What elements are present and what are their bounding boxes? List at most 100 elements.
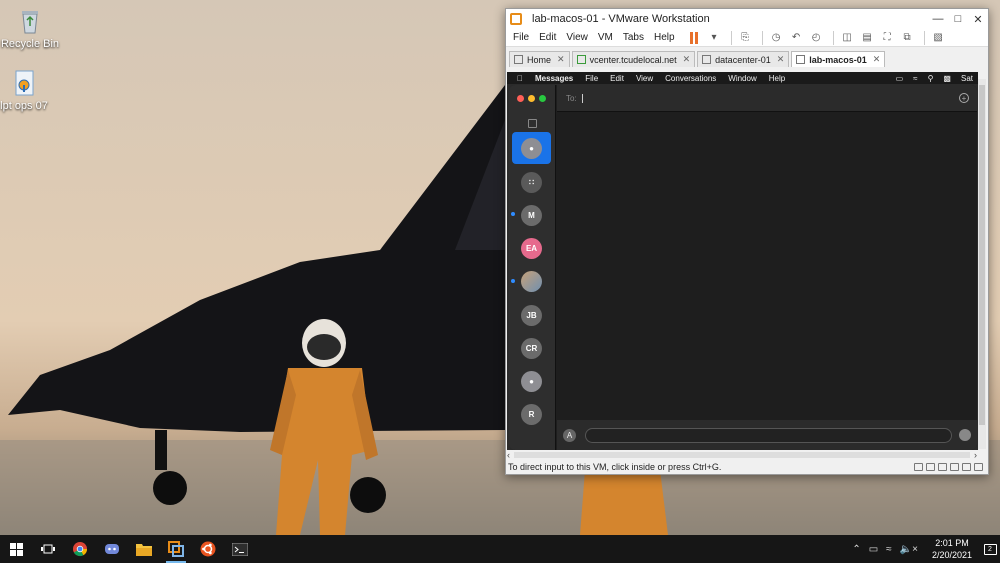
conversation-item[interactable]: R — [512, 398, 551, 430]
chrome-icon[interactable] — [64, 535, 96, 563]
sound-icon[interactable] — [962, 463, 971, 471]
minimize-icon[interactable]: — — [928, 13, 948, 25]
tab-vcenter[interactable]: vcenter.tcudelocal.net ✕ — [571, 51, 696, 67]
screen-mirroring-icon[interactable]: ▭ — [891, 74, 909, 83]
usb-icon[interactable] — [950, 463, 959, 471]
notifications-icon[interactable]: 2 — [980, 535, 1000, 563]
discord-icon[interactable] — [96, 535, 128, 563]
emoji-icon[interactable] — [959, 429, 971, 441]
vmware-taskbar-icon[interactable] — [160, 535, 192, 563]
close-icon[interactable]: ✕ — [683, 54, 691, 65]
vmware-window: lab-macos-01 - VMware Workstation — □ ✕ … — [505, 8, 989, 475]
desktop-icon-recycle-bin[interactable]: Recycle Bin — [0, 6, 60, 50]
to-label: To: — [566, 93, 577, 103]
vm-tabs: Home ✕ vcenter.tcudelocal.net ✕ datacent… — [506, 50, 988, 67]
file-explorer-icon[interactable] — [128, 535, 160, 563]
control-center-icon[interactable]: ▩ — [938, 74, 956, 83]
send-ctrl-alt-del-icon[interactable]: ⎘ — [737, 31, 754, 45]
menu-tabs[interactable]: Tabs — [618, 32, 649, 43]
menu-help[interactable]: Help — [649, 32, 680, 43]
hard-disk-icon[interactable] — [914, 463, 923, 471]
start-icon[interactable] — [0, 535, 32, 563]
task-view-icon[interactable] — [32, 535, 64, 563]
snapshot-icon[interactable]: ◷ — [768, 31, 785, 45]
scroll-left-icon[interactable]: ‹ — [507, 450, 510, 460]
mac-menu-edit[interactable]: Edit — [604, 74, 630, 83]
menu-file[interactable]: File — [506, 32, 534, 43]
scroll-track[interactable] — [514, 452, 970, 458]
vm-console[interactable]:  Messages File Edit View Conversations … — [507, 72, 978, 450]
full-screen-icon[interactable]: ⛶ — [879, 31, 896, 45]
chevron-down-icon[interactable]: ▾ — [706, 31, 723, 45]
add-recipient-icon[interactable]: + — [959, 93, 969, 103]
app-store-icon[interactable]: A — [563, 428, 576, 442]
conversation-item[interactable]: ● — [512, 365, 551, 397]
mac-menu-window[interactable]: Window — [722, 74, 762, 83]
recycle-bin-icon — [22, 11, 38, 34]
recipient-input[interactable] — [581, 93, 583, 103]
conversation-item[interactable]: JB — [512, 299, 551, 331]
zoom-dot-icon[interactable] — [539, 95, 546, 102]
library-icon[interactable]: ◫ — [839, 31, 856, 45]
menu-app-messages[interactable]: Messages — [529, 74, 579, 83]
menu-view[interactable]: View — [561, 32, 593, 43]
title-bar[interactable]: lab-macos-01 - VMware Workstation — □ ✕ — [506, 9, 988, 29]
maximize-icon[interactable]: □ — [948, 13, 968, 25]
pause-icon[interactable] — [686, 31, 703, 45]
desktop-icon-label: Recycle Bin — [0, 38, 60, 50]
ubuntu-icon[interactable] — [192, 535, 224, 563]
conversation-item[interactable]: ∷ — [512, 166, 551, 198]
console-view-icon[interactable]: ▧ — [930, 31, 947, 45]
battery-icon[interactable]: ▭ — [869, 544, 878, 555]
close-icon[interactable]: ✕ — [873, 54, 881, 65]
menu-clock[interactable]: Sat — [956, 74, 978, 83]
menu-edit[interactable]: Edit — [534, 32, 561, 43]
wifi-icon[interactable]: ≈ — [886, 544, 892, 555]
toolbar-divider — [923, 30, 925, 45]
avatar: R — [521, 403, 542, 425]
desktop-icon-lpt-ops-07[interactable]: lpt ops 07 — [0, 68, 54, 112]
thumbnail-bar-icon[interactable]: ▤ — [859, 31, 876, 45]
message-input[interactable] — [585, 427, 952, 443]
close-icon[interactable]: ✕ — [557, 54, 565, 65]
network-icon[interactable] — [938, 463, 947, 471]
menu-vm[interactable]: VM — [593, 32, 618, 43]
close-dot-icon[interactable] — [517, 95, 524, 102]
conversation-item[interactable] — [512, 265, 551, 297]
avatar: CR — [521, 337, 542, 359]
clock[interactable]: 2:01 PM 2/20/2021 — [932, 537, 972, 561]
mac-menu-view[interactable]: View — [630, 74, 659, 83]
messages-window: ● ∷ M EA JB CR ● R To: + A — [509, 85, 977, 450]
close-icon[interactable]: ✕ — [777, 54, 785, 65]
scroll-right-icon[interactable]: › — [974, 450, 977, 460]
snapshot-manager-icon[interactable]: ◴ — [808, 31, 825, 45]
vertical-scrollbar[interactable] — [978, 79, 986, 449]
tab-home[interactable]: Home ✕ — [509, 51, 570, 67]
unity-icon[interactable]: ⧉ — [899, 31, 916, 45]
tab-lab-macos[interactable]: lab-macos-01 ✕ — [791, 51, 886, 67]
conversation-item[interactable]: ● — [512, 132, 551, 164]
tab-datacenter[interactable]: datacenter-01 ✕ — [697, 51, 790, 67]
compose-icon[interactable] — [528, 119, 537, 128]
conversation-item[interactable]: CR — [512, 332, 551, 364]
apple-icon[interactable]:  — [507, 74, 529, 83]
horizontal-scrollbar[interactable]: ‹ › — [507, 450, 977, 460]
chevron-up-icon[interactable]: ⌃ — [852, 544, 860, 555]
mac-menu-file[interactable]: File — [579, 74, 604, 83]
terminal-icon[interactable] — [224, 535, 256, 563]
cd-icon[interactable] — [926, 463, 935, 471]
vm-icon — [796, 55, 806, 64]
conversation-item[interactable]: EA — [512, 232, 551, 264]
volume-muted-icon[interactable]: 🔈× — [900, 544, 918, 555]
scroll-thumb[interactable] — [979, 85, 985, 425]
mac-menu-help[interactable]: Help — [763, 74, 791, 83]
display-icon[interactable] — [974, 463, 983, 471]
minimize-dot-icon[interactable] — [528, 95, 535, 102]
revert-snapshot-icon[interactable]: ↶ — [788, 31, 805, 45]
spotlight-search-icon[interactable]: ⚲ — [923, 74, 939, 83]
taskbar: ⌃ ▭ ≈ 🔈× 2:01 PM 2/20/2021 2 — [0, 535, 1000, 563]
conversation-item[interactable]: M — [512, 199, 551, 231]
mac-menu-conversations[interactable]: Conversations — [659, 74, 722, 83]
wifi-icon[interactable]: ≈ — [908, 74, 922, 83]
close-icon[interactable]: ✕ — [968, 13, 988, 26]
